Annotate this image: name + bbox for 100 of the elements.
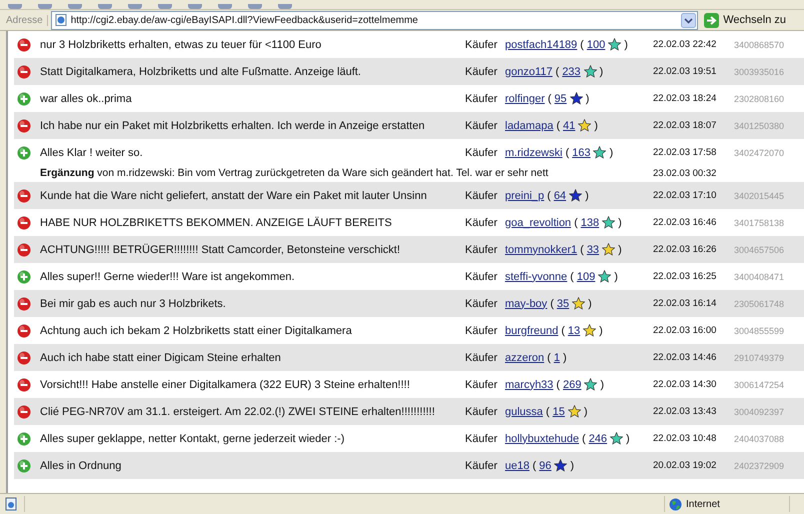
item-number: 3006147254: [734, 380, 786, 390]
role-label: Käufer: [465, 460, 498, 472]
user-link[interactable]: ladamapa: [505, 120, 554, 132]
role-label: Käufer: [465, 146, 498, 158]
date-text: 22.02.03 16:46: [653, 217, 718, 228]
minus-circle-icon: [17, 118, 31, 132]
bracket: (: [532, 460, 536, 472]
bracket: (: [580, 38, 584, 50]
user-link[interactable]: marcyh33: [505, 378, 554, 390]
user-link[interactable]: rolfinger: [505, 92, 545, 104]
user-link[interactable]: ue18: [505, 460, 530, 472]
score-link[interactable]: 15: [552, 406, 565, 418]
date-text: 22.02.03 16:14: [653, 298, 718, 309]
comment-text: Achtung auch ich bekam 2 Holzbriketts statt einer Digitalkamera: [40, 324, 353, 336]
role-label: Käufer: [465, 216, 498, 228]
score-link[interactable]: 100: [586, 38, 606, 50]
role-label: Käufer: [465, 378, 498, 390]
user-link[interactable]: tommynokker1: [505, 244, 578, 256]
bracket: (: [565, 146, 570, 158]
minus-circle-icon: [17, 324, 31, 338]
minus-circle-icon: [17, 350, 31, 364]
role-label: Käufer: [465, 120, 498, 132]
score-link[interactable]: 233: [562, 66, 581, 78]
date-text: 22.02.03 18:24: [653, 93, 718, 104]
role-label: Käufer: [465, 92, 498, 104]
date-text: 22.02.03 10:48: [653, 433, 718, 444]
role-label: Käufer: [465, 298, 498, 310]
toolbar-icon[interactable]: [38, 4, 52, 9]
comment-text: Alles super!! Gerne wieder!!! Ware ist angekommen.: [40, 270, 296, 282]
date-text: 22.02.03 17:10: [653, 190, 718, 201]
score-link[interactable]: 246: [588, 432, 608, 444]
user-link[interactable]: steffi-yvonne: [505, 270, 568, 282]
toolbar-icon[interactable]: [8, 4, 22, 9]
comment-text: Alles in Ordnung: [40, 460, 122, 472]
user-link[interactable]: azzeron: [505, 352, 544, 364]
score-link[interactable]: 138: [580, 216, 600, 228]
plus-circle-icon: [17, 146, 31, 160]
reply-text: Ergänzung von m.ridzewski: Bin vom Vertrag zurückgetreten da Ware sich geändert hat. Tel. war er sehr nett: [39, 167, 550, 179]
bracket: ): [570, 460, 574, 472]
user-link[interactable]: hollybuxtehude: [505, 432, 580, 444]
user-link[interactable]: postfach14189: [505, 38, 578, 50]
bracket: (: [548, 92, 552, 104]
globe-icon: [669, 498, 682, 510]
user-link[interactable]: m.ridzewski: [505, 146, 562, 158]
toolbar-icon[interactable]: [68, 4, 82, 9]
bracket: ): [609, 146, 614, 158]
score-link[interactable]: 35: [556, 298, 570, 310]
date-text: 22.02.03 14:30: [653, 379, 718, 390]
date-text: 20.02.03 19:02: [653, 460, 718, 471]
score-link[interactable]: 1: [554, 352, 560, 364]
score-link[interactable]: 95: [554, 92, 567, 104]
user-link[interactable]: burgfreund: [505, 324, 558, 336]
bracket: ): [584, 406, 588, 418]
user-link[interactable]: gonzo117: [505, 66, 553, 78]
score-link[interactable]: 33: [586, 244, 600, 256]
score-link[interactable]: 96: [539, 460, 552, 472]
bracket: (: [546, 406, 550, 418]
date-text: 22.02.03 19:51: [653, 66, 718, 77]
user-link[interactable]: preini_p: [505, 190, 544, 202]
role-label: Käufer: [465, 38, 498, 50]
arrow-icon: [704, 12, 720, 28]
score-link[interactable]: 163: [572, 146, 590, 158]
role-label: Käufer: [465, 352, 498, 364]
bracket: ): [585, 190, 589, 202]
toolbar-icon[interactable]: [218, 4, 232, 9]
comment-text: Alles Klar ! weiter so.: [40, 146, 144, 158]
toolbar-icon[interactable]: [248, 4, 262, 9]
date-text: 22.02.03 16:26: [653, 244, 718, 255]
date-text: 22.02.03 18:07: [653, 120, 718, 131]
bracket: (: [556, 378, 560, 390]
score-link[interactable]: 41: [563, 120, 576, 132]
address-field[interactable]: http://cgi2.ebay.de/aw-cgi/eBayISAPI.dll?ViewFeedback&userid=zottelmemme: [50, 10, 698, 30]
role-label: Käufer: [465, 190, 498, 202]
zone-label: Internet: [686, 498, 720, 510]
bracket: ): [588, 298, 592, 310]
toolbar-icon[interactable]: [98, 4, 112, 9]
toolbar-icon[interactable]: [188, 4, 202, 9]
toolbar-icon[interactable]: [128, 4, 142, 9]
minus-circle-icon: [17, 38, 31, 52]
plus-circle-icon: [17, 432, 31, 446]
score-link[interactable]: 269: [562, 378, 582, 390]
bracket: ): [586, 92, 590, 104]
comment-text: nur 3 Holzbriketts erhalten, etwas zu teuer für <1100 Euro: [40, 38, 322, 50]
user-link[interactable]: may-boy: [505, 298, 548, 310]
score-link[interactable]: 109: [576, 270, 596, 282]
page-icon: [4, 497, 18, 511]
item-number: 3003935016: [734, 66, 786, 76]
user-link[interactable]: gulussa: [505, 406, 543, 418]
item-number: 3400868570: [734, 40, 786, 50]
score-link[interactable]: 64: [554, 190, 566, 202]
bracket: ): [626, 432, 630, 444]
item-number: 3004092397: [734, 406, 786, 416]
dropdown-icon[interactable]: [681, 12, 696, 28]
toolbar-icon[interactable]: [278, 4, 292, 9]
item-number: 2910749379: [734, 352, 786, 362]
date-text: 22.02.03 14:46: [653, 352, 718, 363]
bracket: (: [556, 120, 560, 132]
user-link[interactable]: goa_revoltion: [505, 216, 572, 228]
toolbar-icon[interactable]: [158, 4, 172, 9]
score-link[interactable]: 13: [568, 324, 580, 336]
